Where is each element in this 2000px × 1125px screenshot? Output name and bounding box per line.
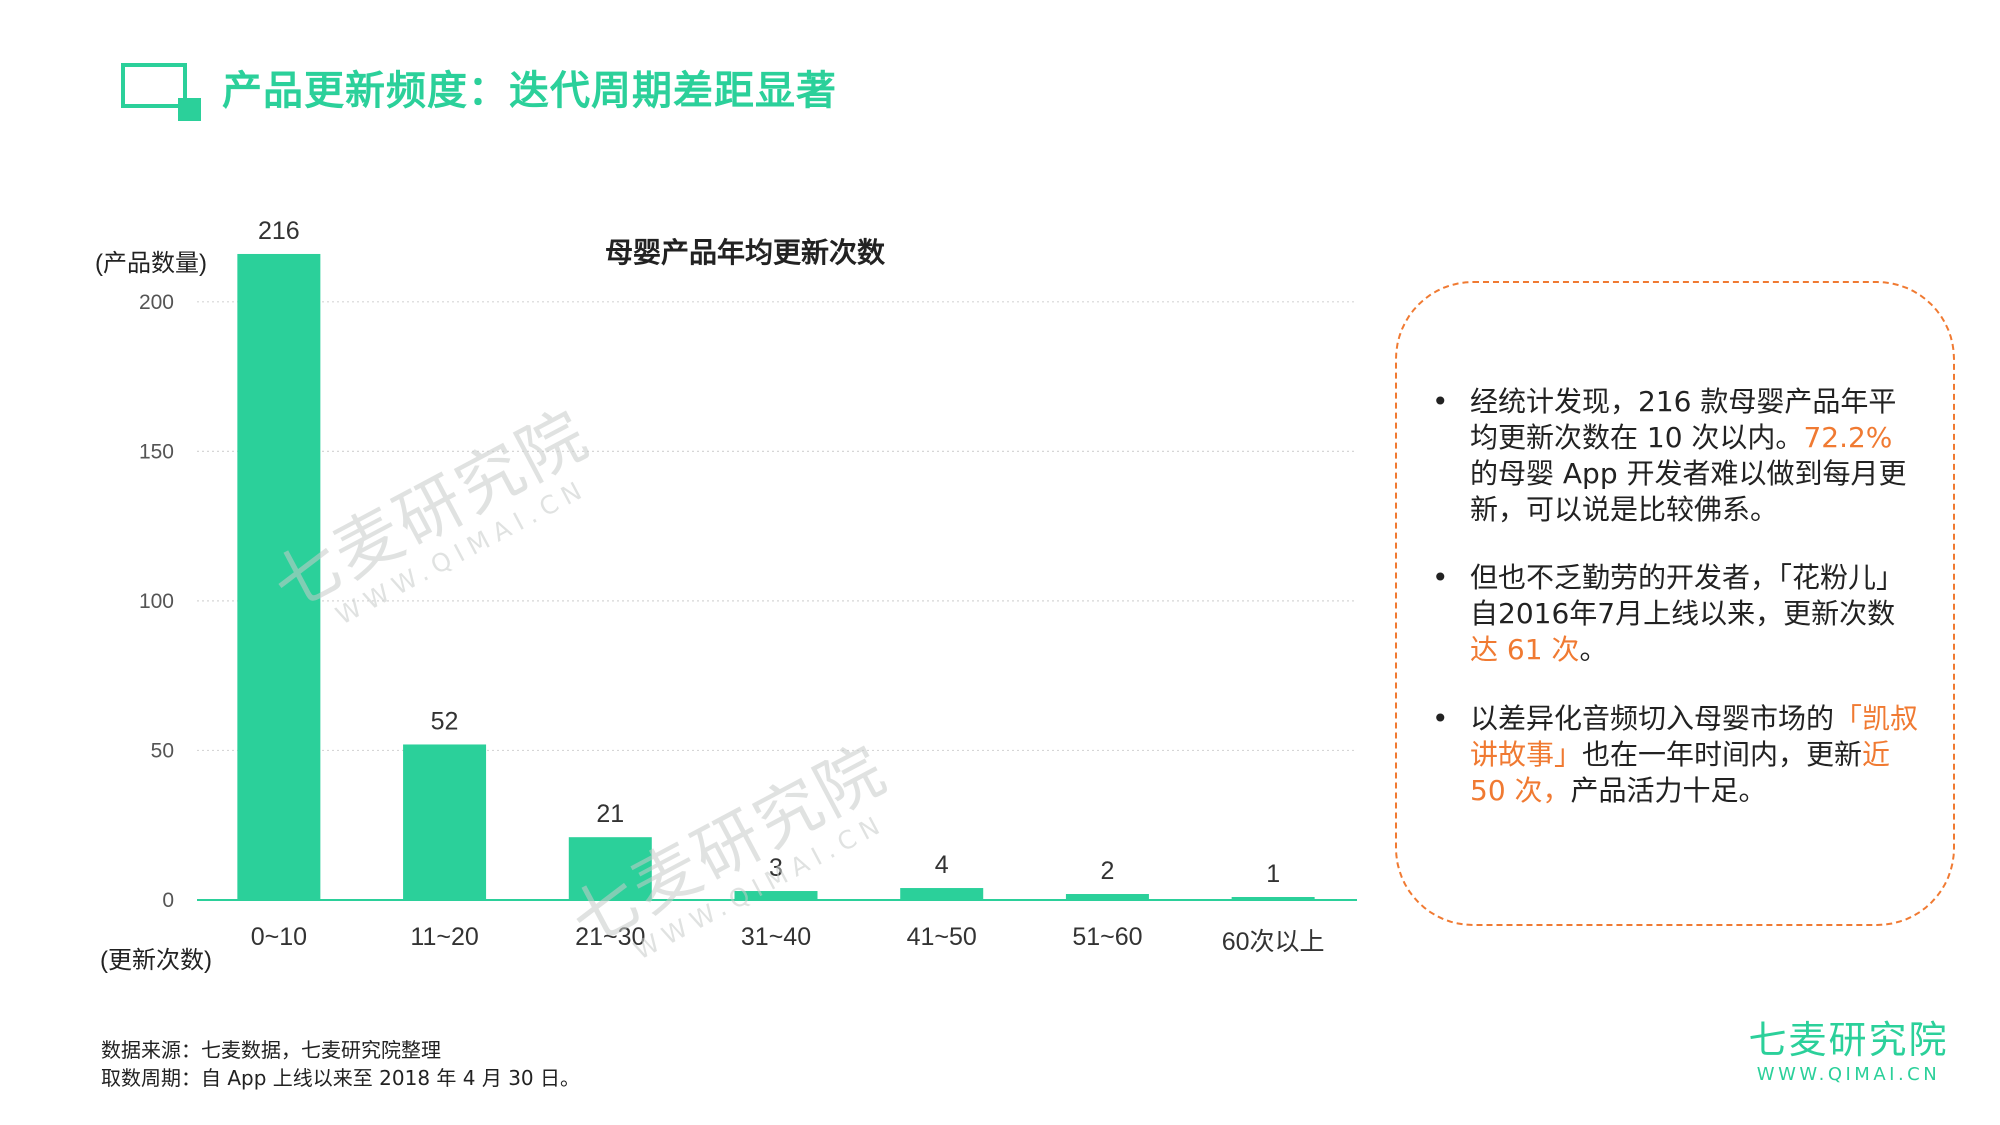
body-text: 但也不乏勤劳的开发者，「花粉儿」自2016年7月上线以来，更新次数 <box>1470 561 1905 630</box>
bar-value-label: 4 <box>935 851 949 879</box>
brand-logo: 七麦研究院 WWW.QIMAI.CN <box>1746 1018 1951 1085</box>
y-axis-label: (产品数量) <box>95 250 207 277</box>
highlight-text: 达 61 次 <box>1470 633 1580 666</box>
x-tick-label: 60次以上 <box>1222 928 1325 956</box>
brand-url: WWW.QIMAI.CN <box>1756 1064 1941 1085</box>
bar-value-label: 1 <box>1266 860 1280 888</box>
bar-0~10 <box>237 253 321 901</box>
bullet-dot: • <box>1432 561 1449 594</box>
insight-text-3: 以差异化音频切入母婴市场的「凯叔讲故事」也在一年时间内，更新近 50 次，产品活… <box>1470 701 1920 809</box>
y-tick-label: 0 <box>162 889 174 912</box>
bar-value-label: 21 <box>596 800 624 828</box>
brand-name: 七麦研究院 <box>1748 1018 1949 1062</box>
body-text: 的母婴 App 开发者难以做到每月更新，可以说是比较佛系。 <box>1470 457 1907 526</box>
data-source-note: 数据来源：七麦数据，七麦研究院整理 取数周期：自 App 上线以来至 2018 … <box>101 1036 580 1092</box>
body-text: 。 <box>1579 633 1608 666</box>
x-tick-label: 51~60 <box>1072 923 1142 951</box>
x-tick-label: 41~50 <box>907 923 977 951</box>
x-axis-label: (更新次数) <box>100 947 212 974</box>
x-tick-label: 0~10 <box>251 923 307 951</box>
x-tick-label: 21~30 <box>575 923 645 951</box>
y-tick-label: 200 <box>139 291 174 314</box>
bar-11~20 <box>403 744 487 900</box>
body-text: 产品活力十足。 <box>1570 774 1767 807</box>
y-tick-label: 100 <box>139 590 174 613</box>
chart-title: 母婴产品年均更新次数 <box>605 236 886 268</box>
bar-41~50 <box>900 888 984 900</box>
source-line: 数据来源：七麦数据，七麦研究院整理 <box>101 1038 441 1062</box>
bar-value-label: 2 <box>1100 857 1114 885</box>
bar-value-label: 3 <box>769 854 783 882</box>
y-tick-label: 150 <box>139 440 174 463</box>
bar-value-label: 216 <box>258 217 300 245</box>
body-text: 以差异化音频切入母婴市场的 <box>1470 702 1835 735</box>
highlight-text: 72.2% <box>1803 421 1893 454</box>
bar-31~40 <box>734 891 818 900</box>
x-tick-label: 11~20 <box>410 923 478 951</box>
y-tick-label: 50 <box>151 739 174 762</box>
bar-21~30 <box>568 837 652 900</box>
period-line: 取数周期：自 App 上线以来至 2018 年 4 月 30 日。 <box>101 1066 581 1090</box>
bar-value-label: 52 <box>431 707 459 735</box>
insight-text-1: 经统计发现，216 款母婴产品年平均更新次数在 10 次以内。72.2%的母婴 … <box>1470 384 1920 528</box>
x-tick-label: 31~40 <box>741 923 811 951</box>
insight-text-2: 但也不乏勤劳的开发者，「花粉儿」自2016年7月上线以来，更新次数达 61 次。 <box>1470 560 1920 668</box>
bullet-dot: • <box>1432 385 1449 418</box>
bullet-dot: • <box>1432 702 1449 735</box>
body-text: 也在一年时间内，更新 <box>1582 738 1863 771</box>
